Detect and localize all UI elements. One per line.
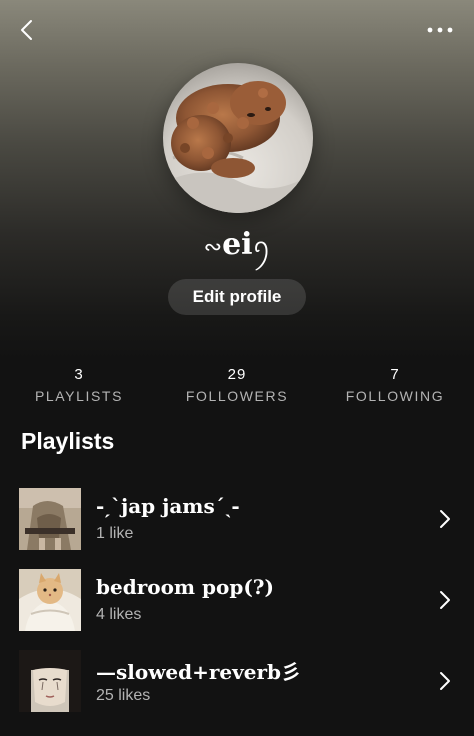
chevron-right-icon	[440, 510, 450, 528]
stat-label: FOLLOWERS	[185, 388, 289, 404]
playlist-row-jap-jams[interactable]: -ˏˋjap jamsˊˎ- 1 like	[0, 488, 474, 554]
playlist-name: -ˏˋjap jamsˊˎ-	[96, 494, 240, 518]
back-button[interactable]	[12, 14, 40, 46]
top-bar	[0, 0, 474, 60]
playlist-likes: 4 likes	[96, 606, 142, 623]
profile-username: ∾eiꪆ	[0, 226, 474, 272]
dog-photo	[163, 63, 313, 213]
stat-playlists[interactable]: 3 PLAYLISTS	[4, 366, 154, 404]
stat-following[interactable]: 7 FOLLOWING	[320, 366, 470, 404]
chevron-left-icon	[21, 20, 32, 40]
profile-stats: 3 PLAYLISTS 29 FOLLOWERS 7 FOLLOWING	[0, 366, 474, 408]
playlists-section-title: Playlists	[21, 428, 115, 454]
playlist-name: —slowed+reverb彡	[96, 660, 302, 684]
stat-followers[interactable]: 29 FOLLOWERS	[162, 366, 312, 404]
stat-count: 7	[390, 366, 400, 383]
stat-label: FOLLOWING	[345, 388, 445, 404]
edit-profile-button[interactable]: Edit profile	[168, 279, 306, 315]
playlist-likes: 1 like	[96, 525, 134, 542]
chevron-right-icon	[440, 672, 450, 690]
playlist-row-slowed-reverb[interactable]: —slowed+reverb彡 25 likes	[0, 650, 474, 716]
ribbon-right-decoration: ꪆ	[252, 235, 271, 260]
playlist-cover	[19, 650, 81, 712]
profile-avatar[interactable]	[163, 63, 313, 213]
more-horizontal-icon	[427, 27, 453, 33]
playlist-name: bedroom pop(?)	[96, 575, 274, 599]
stat-count: 29	[227, 366, 247, 383]
stat-label: PLAYLISTS	[34, 388, 124, 404]
playlist-cover	[19, 569, 81, 631]
playlist-row-bedroom-pop[interactable]: bedroom pop(?) 4 likes	[0, 569, 474, 635]
ribbon-left-decoration: ∾	[203, 235, 223, 260]
username-text: ei	[222, 227, 253, 262]
playlist-likes: 25 likes	[96, 687, 151, 704]
more-options-button[interactable]	[422, 14, 458, 46]
playlist-cover	[19, 488, 81, 550]
chevron-right-icon	[440, 591, 450, 609]
stat-count: 3	[74, 366, 84, 383]
